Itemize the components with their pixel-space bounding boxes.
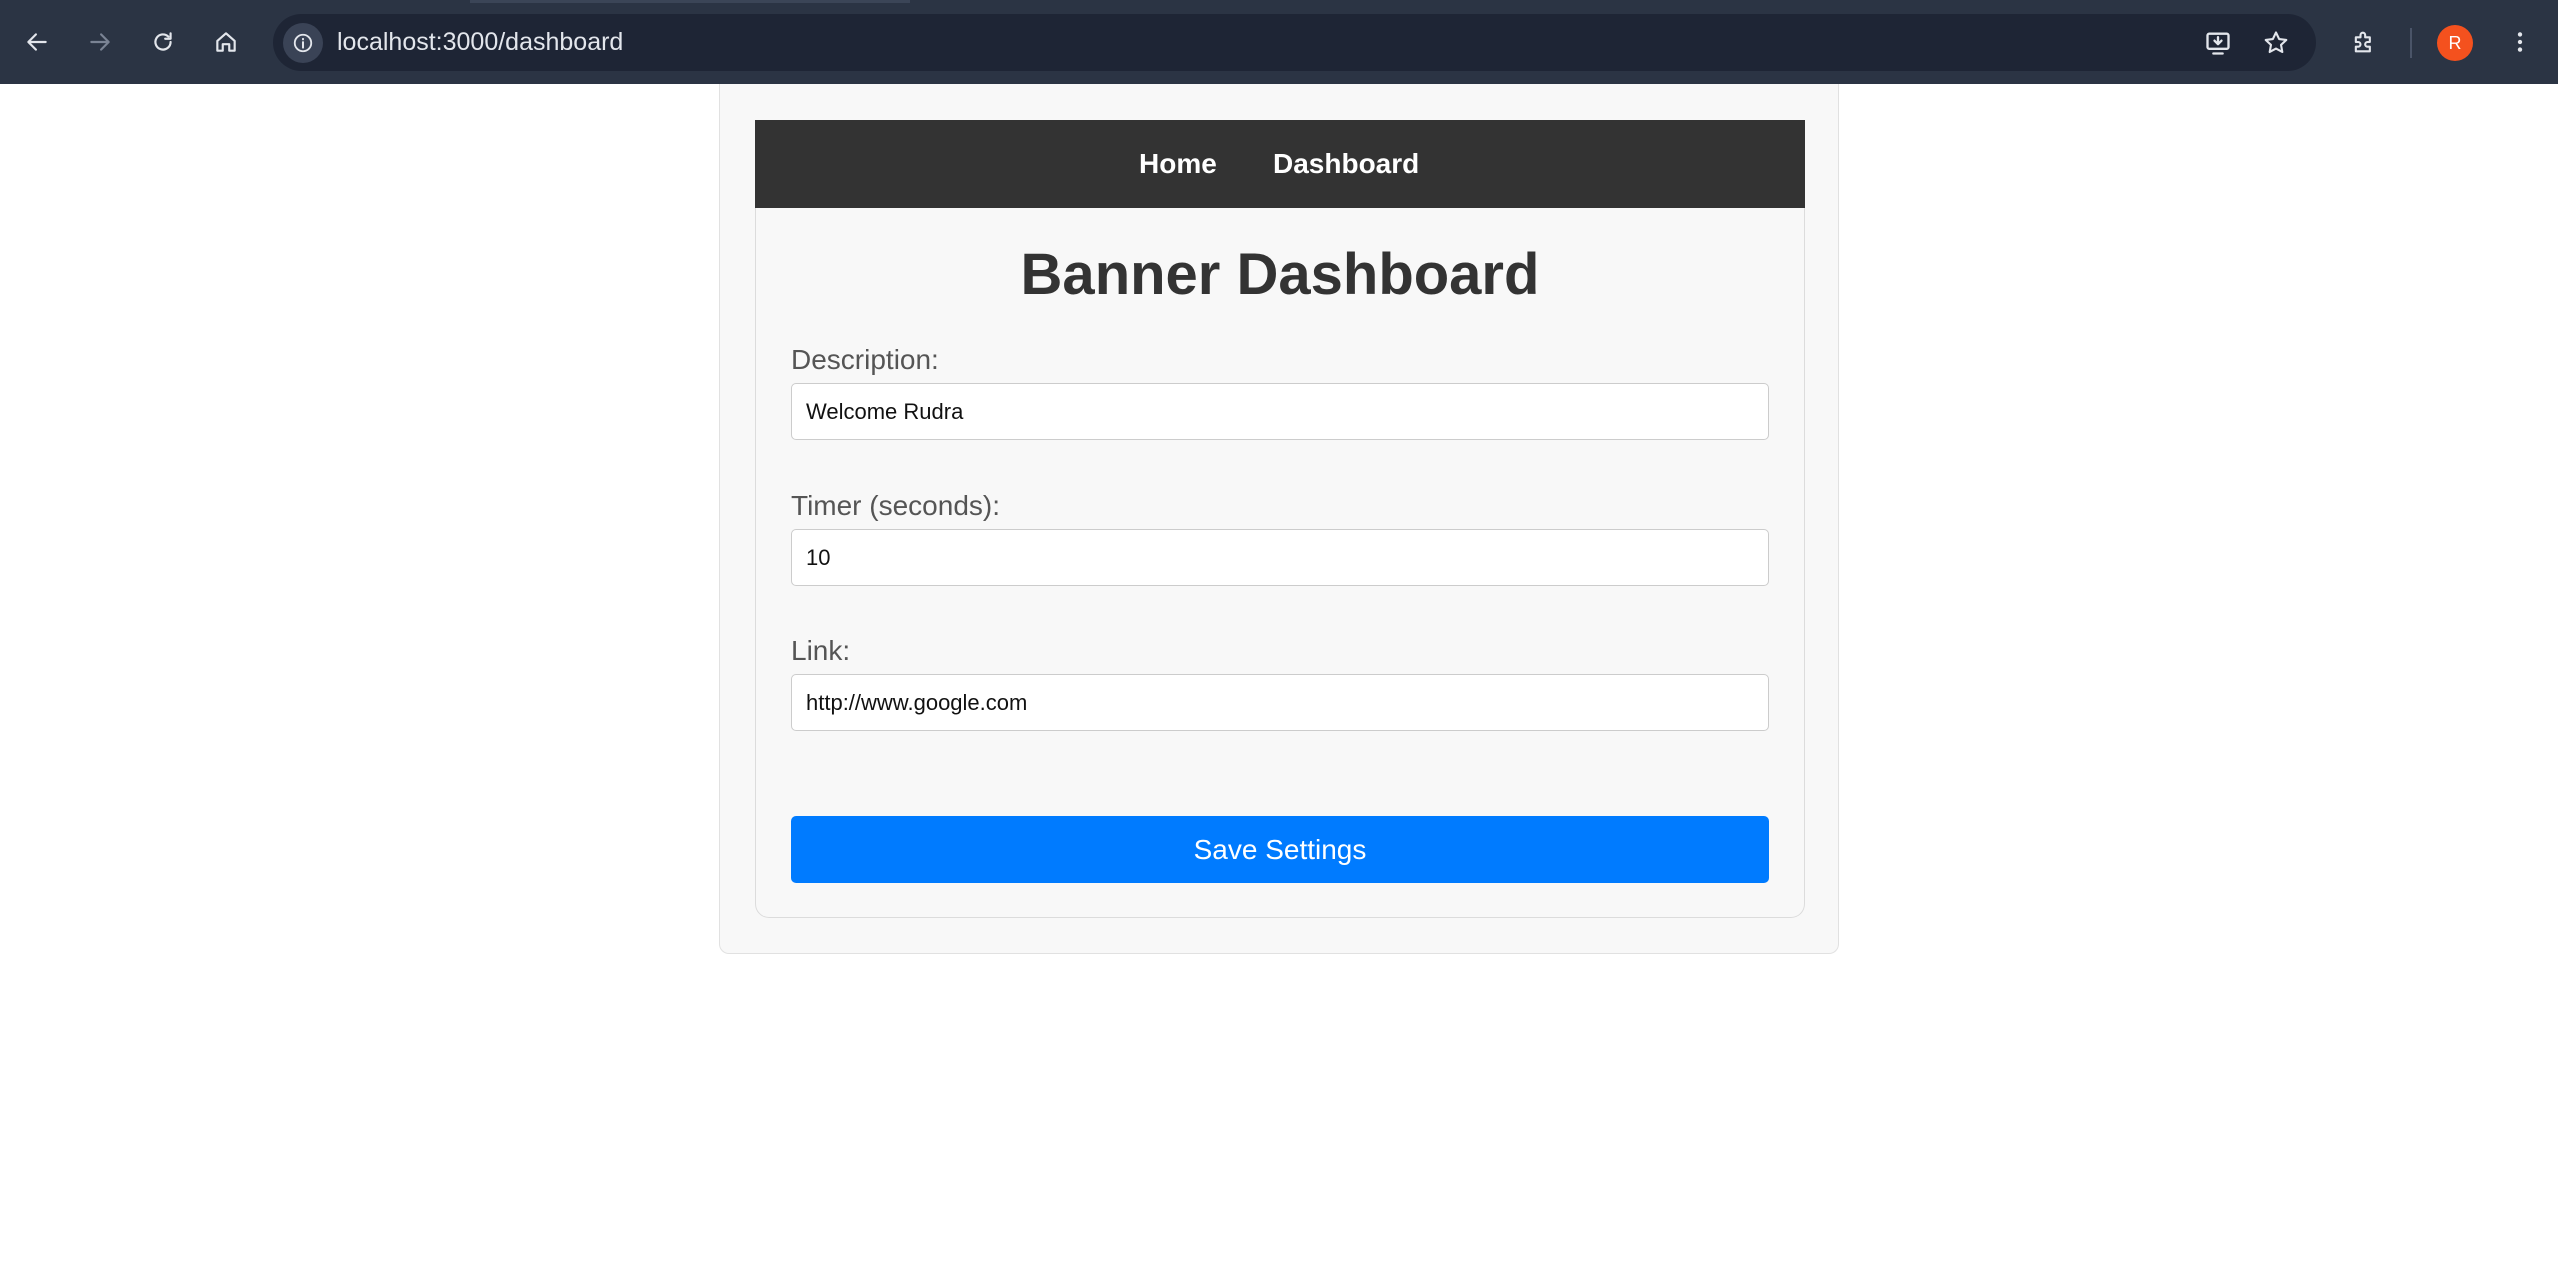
site-info-button[interactable] xyxy=(283,23,323,63)
timer-input[interactable]: 10 xyxy=(791,529,1769,586)
home-button[interactable] xyxy=(204,20,248,64)
link-label: Link: xyxy=(791,635,851,666)
nav-link-dashboard[interactable]: Dashboard xyxy=(1273,120,1419,208)
nav-link-home[interactable]: Home xyxy=(1139,120,1217,208)
back-button[interactable] xyxy=(15,20,59,64)
address-bar[interactable]: localhost:3000/dashboard xyxy=(273,14,2316,71)
reload-button[interactable] xyxy=(141,20,185,64)
info-icon xyxy=(293,33,313,53)
browser-toolbar: localhost:3000/dashboard R xyxy=(0,0,2558,84)
timer-label: Timer (seconds): xyxy=(791,490,1001,521)
forward-arrow-icon xyxy=(90,33,110,51)
page-title: Banner Dashboard xyxy=(1020,242,1540,307)
extensions-button[interactable] xyxy=(2342,20,2386,64)
profile-avatar[interactable]: R xyxy=(2437,25,2473,61)
browser-menu-button[interactable] xyxy=(2498,20,2542,64)
toolbar-divider xyxy=(2410,28,2412,58)
active-tab-indicator xyxy=(470,0,910,3)
back-arrow-icon xyxy=(27,33,47,51)
reload-icon xyxy=(154,32,172,51)
bookmark-button[interactable] xyxy=(2257,24,2295,62)
description-label: Description: xyxy=(791,344,939,375)
home-icon xyxy=(216,32,236,52)
install-app-button[interactable] xyxy=(2199,24,2237,62)
kebab-menu-icon xyxy=(2517,32,2523,52)
top-navigation: Home Dashboard xyxy=(755,120,1805,208)
description-input[interactable]: Welcome Rudra xyxy=(791,383,1769,440)
star-icon xyxy=(2264,31,2288,54)
install-app-icon xyxy=(2206,32,2230,55)
forward-button[interactable] xyxy=(78,20,122,64)
puzzle-icon xyxy=(2354,31,2371,53)
link-input[interactable]: http://www.google.com xyxy=(791,674,1769,731)
save-settings-button[interactable]: Save Settings xyxy=(791,816,1769,883)
url-text[interactable]: localhost:3000/dashboard xyxy=(337,14,623,71)
